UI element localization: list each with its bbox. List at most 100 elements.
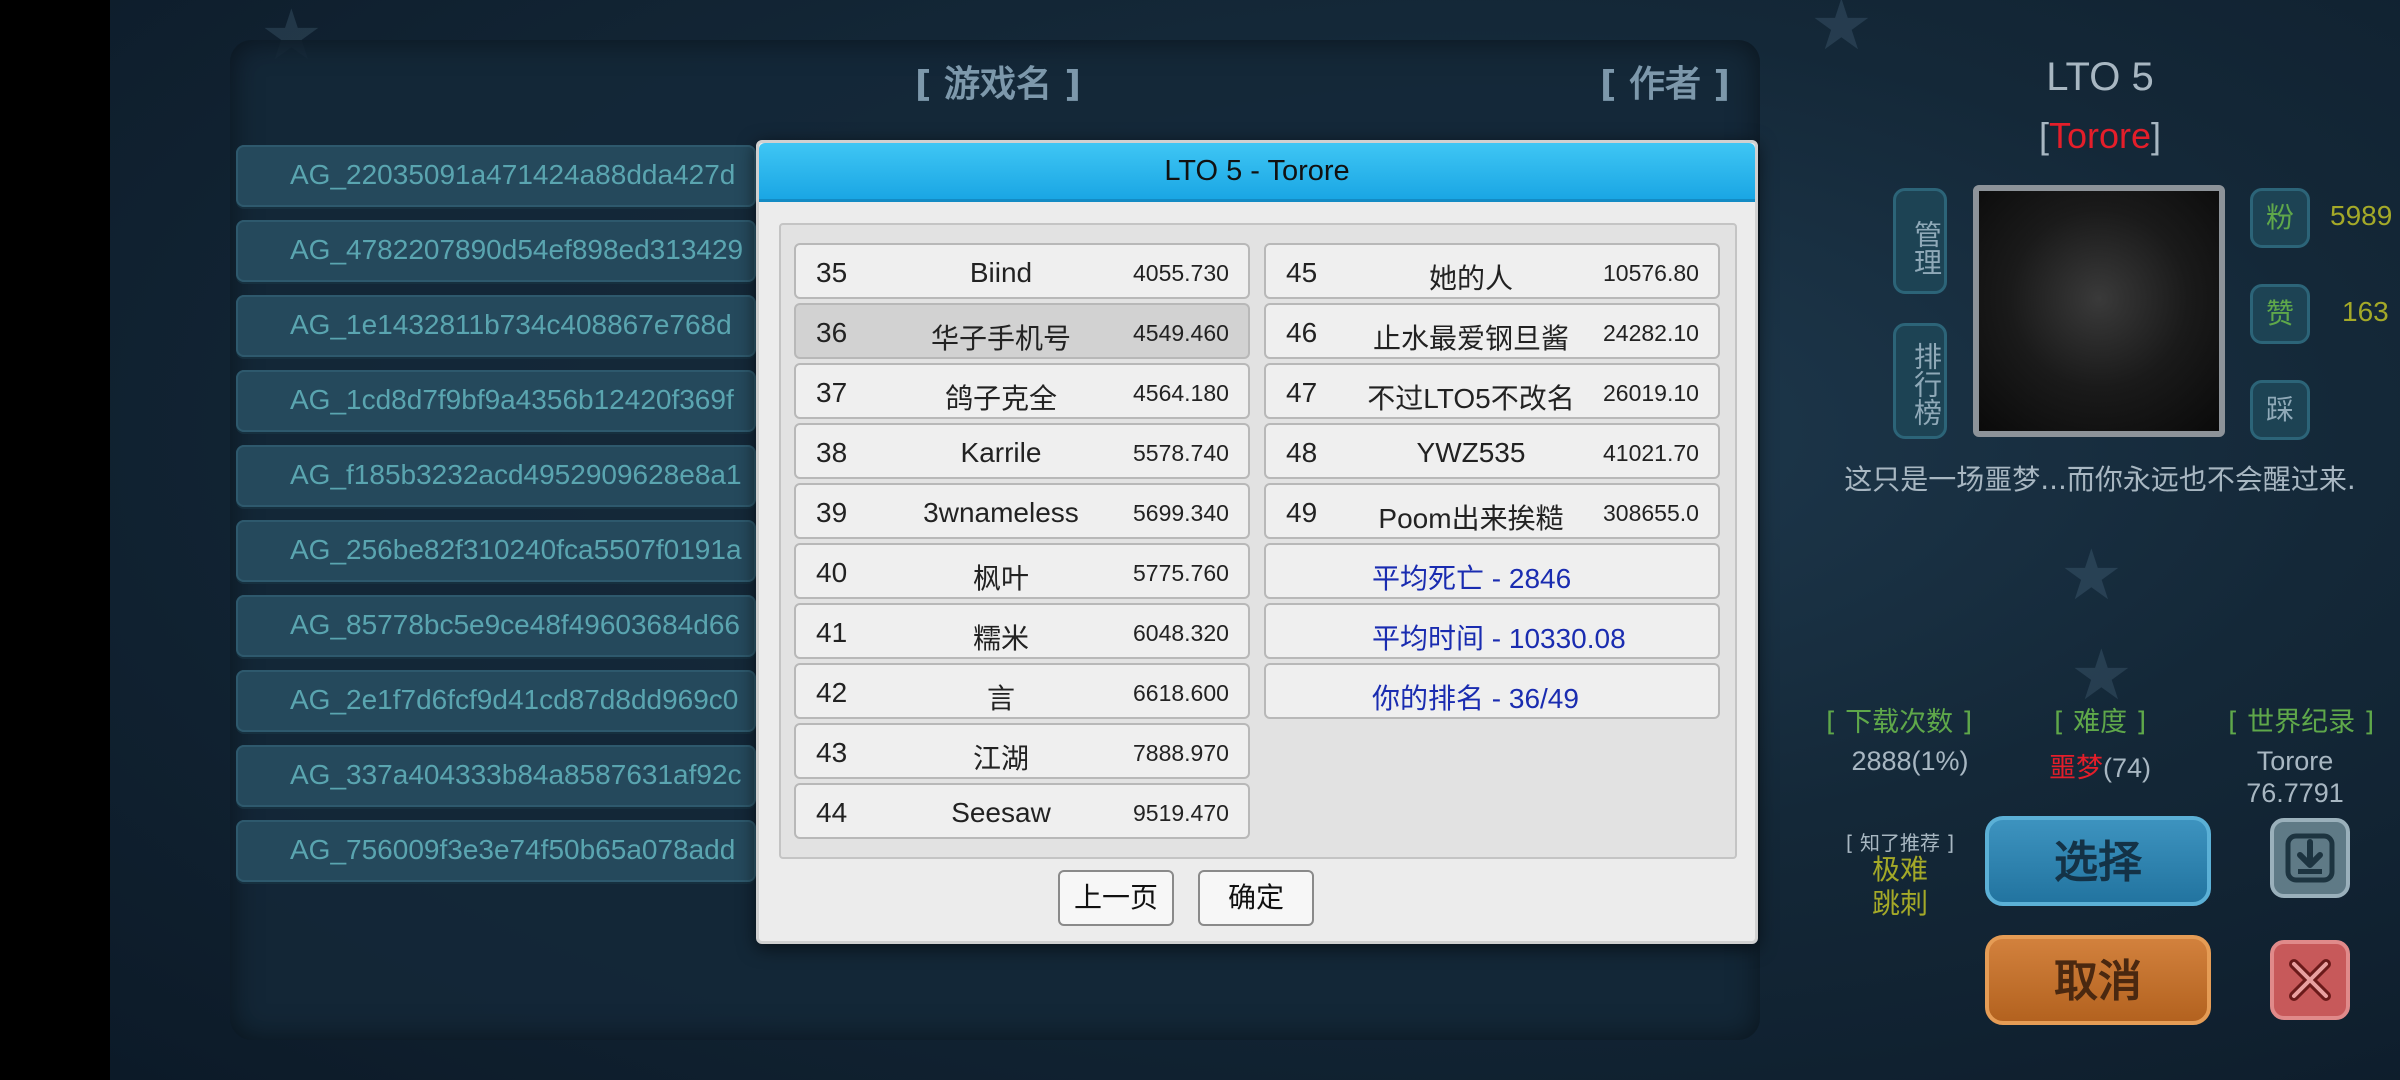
player-name: 江湖 <box>972 743 1029 774</box>
game-id: AG_256be82f310240fca5507f0191a <box>290 534 742 565</box>
leaderboard-row[interactable]: 39 3wnameless 5699.340 <box>794 483 1250 539</box>
game-list-item[interactable]: AG_85778bc5e9ce48f49603684d66 <box>236 595 756 657</box>
like-count: 163 <box>2342 296 2389 327</box>
game-list-item[interactable]: AG_f185b3232acd4952909628e8a1 <box>236 445 756 507</box>
rank-number: 36 <box>816 317 848 348</box>
leaderboard-row[interactable]: 49 Poom出来挨糙 308655.0 <box>1264 483 1720 539</box>
leaderboard-row[interactable]: 37 鸽子克全 4564.180 <box>794 363 1250 419</box>
star-decoration: ★ <box>1810 0 1873 66</box>
leaderboard-row[interactable]: 45 她的人 10576.80 <box>1264 243 1720 299</box>
player-name: YWZ535 <box>1416 437 1526 468</box>
game-list-item[interactable]: AG_256be82f310240fca5507f0191a <box>236 520 756 582</box>
fans-button[interactable]: 粉 <box>2250 188 2310 248</box>
game-list-item[interactable]: AG_4782207890d54ef898ed313429 <box>236 220 756 282</box>
author-header: [ 作者 ] <box>1600 64 1730 105</box>
average-time-text: 平均时间 - 10330.08 <box>1372 623 1626 654</box>
player-name: 不过LTO5不改名 <box>1367 383 1575 414</box>
recommend-tags: 极难 跳刺 <box>1840 853 1960 921</box>
clear-time: 5775.760 <box>1133 560 1229 586</box>
leaderboard-row[interactable]: 46 止水最爱钢旦酱 24282.10 <box>1264 303 1720 359</box>
level-preview-image <box>1973 185 2225 437</box>
your-rank-text: 你的排名 - 36/49 <box>1372 683 1579 714</box>
player-name: 鸽子克全 <box>944 383 1057 414</box>
player-name: 她的人 <box>1428 263 1513 294</box>
clear-time: 4564.180 <box>1133 380 1229 406</box>
author-name: Torore <box>2048 115 2152 156</box>
downloads-header: [ 下载次数 ] <box>1826 707 1973 738</box>
close-icon <box>2289 959 2331 1001</box>
game-id: AG_1cd8d7f9bf9a4356b12420f369f <box>290 384 734 415</box>
leaderboard-row[interactable]: 35 Biind 4055.730 <box>794 243 1250 299</box>
author-bracket-open: [ <box>2038 115 2049 156</box>
rank-number: 48 <box>1286 437 1318 468</box>
manage-button[interactable]: 管理 <box>1893 188 1947 294</box>
average-deaths-text: 平均死亡 - 2846 <box>1372 563 1572 594</box>
prev-page-button[interactable]: 上一页 <box>1058 870 1174 926</box>
clear-time: 9519.470 <box>1133 800 1229 826</box>
game-list-item[interactable]: AG_756009f3e3e74f50b65a078add <box>236 820 756 882</box>
player-name: 枫叶 <box>972 563 1029 594</box>
rank-number: 44 <box>816 797 848 828</box>
game-id: AG_2e1f7d6fcf9d41cd87d8dd969c0 <box>290 684 739 715</box>
recommend-tag: 跳刺 <box>1871 887 1928 920</box>
leaderboard-row[interactable]: 47 不过LTO5不改名 26019.10 <box>1264 363 1720 419</box>
world-record-header: [ 世界纪录 ] <box>2228 707 2375 738</box>
level-author[interactable]: [Torore] <box>1950 115 2250 157</box>
difficulty-value: 噩梦(74) <box>2030 746 2170 785</box>
download-button[interactable] <box>2270 818 2350 898</box>
game-id: AG_1e1432811b734c408867e768d <box>290 309 732 340</box>
game-list-item[interactable]: AG_1e1432811b734c408867e768d <box>236 295 756 357</box>
rank-number: 47 <box>1286 377 1318 408</box>
dialog-title: LTO 5 - Torore <box>759 143 1755 202</box>
record-time: 76.7791 <box>2246 778 2344 808</box>
clear-time: 4055.730 <box>1133 260 1229 286</box>
author-bracket-close: ] <box>2151 115 2162 156</box>
game-list-item[interactable]: AG_2e1f7d6fcf9d41cd87d8dd969c0 <box>236 670 756 732</box>
game-name-header: [ 游戏名 ] <box>915 64 1081 105</box>
level-description: 这只是一场噩梦...而你永远也不会醒过来. <box>1844 463 2356 496</box>
game-list-item[interactable]: AG_1cd8d7f9bf9a4356b12420f369f <box>236 370 756 432</box>
clear-time: 10576.80 <box>1603 260 1699 286</box>
select-button[interactable]: 选择 <box>1985 816 2211 906</box>
clear-time: 6048.320 <box>1133 620 1229 646</box>
leaderboard-row[interactable]: 44 Seesaw 9519.470 <box>794 783 1250 839</box>
player-name: 华子手机号 <box>930 323 1071 354</box>
game-list-item[interactable]: AG_22035091a471424a88dda427d <box>236 145 756 207</box>
record-holder: Torore <box>2256 746 2334 776</box>
average-time-stat: 平均时间 - 10330.08 <box>1264 603 1720 659</box>
leaderboard-row[interactable]: 48 YWZ535 41021.70 <box>1264 423 1720 479</box>
rank-number: 49 <box>1286 497 1318 528</box>
downloads-value: 2888(1%) <box>1851 746 1969 776</box>
leaderboard-row[interactable]: 36 华子手机号 4549.460 <box>794 303 1250 359</box>
rank-number: 38 <box>816 437 848 468</box>
leaderboard-row[interactable]: 42 言 6618.600 <box>794 663 1250 719</box>
difficulty-score: (74) <box>2102 753 2151 783</box>
clear-time: 5699.340 <box>1133 500 1229 526</box>
ranking-button[interactable]: 排行榜 <box>1893 323 1947 439</box>
rank-number: 39 <box>816 497 848 528</box>
clear-time: 6618.600 <box>1133 680 1229 706</box>
difficulty-header: [ 难度 ] <box>2054 707 2147 738</box>
clear-time: 26019.10 <box>1603 380 1699 406</box>
clear-time: 5578.740 <box>1133 440 1229 466</box>
leaderboard-row[interactable]: 40 枫叶 5775.760 <box>794 543 1250 599</box>
confirm-button[interactable]: 确定 <box>1198 870 1314 926</box>
star-decoration: ★ <box>2060 534 2123 616</box>
game-id: AG_f185b3232acd4952909628e8a1 <box>290 459 742 490</box>
cancel-button[interactable]: 取消 <box>1985 935 2211 1025</box>
game-id: AG_4782207890d54ef898ed313429 <box>290 234 744 265</box>
game-list-item[interactable]: AG_337a404333b84a8587631af92c <box>236 745 756 807</box>
leaderboard-row[interactable]: 43 江湖 7888.970 <box>794 723 1250 779</box>
leaderboard-row[interactable]: 38 Karrile 5578.740 <box>794 423 1250 479</box>
player-name: Karrile <box>960 437 1042 468</box>
like-button[interactable]: 赞 <box>2250 284 2310 344</box>
level-title: LTO 5 <box>2046 55 2154 99</box>
download-icon <box>2285 833 2335 883</box>
rank-number: 35 <box>816 257 848 288</box>
leaderboard-row[interactable]: 41 糯米 6048.320 <box>794 603 1250 659</box>
close-button[interactable] <box>2270 940 2350 1020</box>
fans-count: 5989 <box>2330 200 2393 231</box>
your-rank-stat: 你的排名 - 36/49 <box>1264 663 1720 719</box>
dislike-button[interactable]: 踩 <box>2250 380 2310 440</box>
rank-number: 43 <box>816 737 848 768</box>
